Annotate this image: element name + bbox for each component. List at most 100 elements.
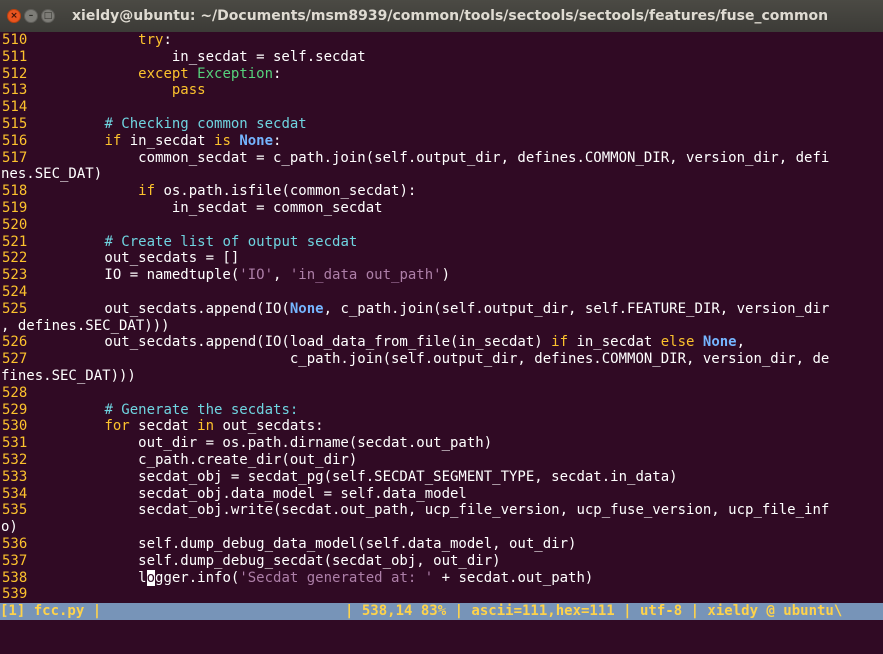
code-line: 528 — [0, 385, 883, 402]
line-number: 521 — [2, 233, 28, 250]
keyword-token: if — [138, 183, 156, 200]
line-number: 538 — [2, 569, 28, 586]
code-line: 515 # Checking common secdat — [0, 116, 883, 133]
code-line: 524 — [0, 284, 883, 301]
builtin-token: Exception — [197, 65, 274, 82]
code-line: 529 # Generate the secdats: — [0, 402, 883, 419]
code-token: self.dump_debug_secdat(secdat_obj, out_d… — [37, 552, 501, 569]
code-text: pass — [37, 82, 206, 99]
code-token: , defines.SEC_DAT))) — [1, 317, 170, 334]
code-line: 537 self.dump_debug_secdat(secdat_obj, o… — [0, 553, 883, 570]
line-number: 515 — [2, 115, 28, 132]
code-token: out_dir = os.path.dirname(secdat.out_pat… — [37, 435, 493, 452]
code-line: 520 — [0, 217, 883, 234]
keyword-token: except — [138, 65, 189, 82]
code-text: logger.info('Secdat generated at: ' + se… — [37, 569, 594, 587]
code-line: 512 except Exception: — [0, 66, 883, 83]
code-line: 535 secdat_obj.write(secdat.out_path, uc… — [0, 502, 883, 519]
window-title: xieldy@ubuntu: ~/Documents/msm8939/commo… — [72, 8, 829, 24]
line-number: 523 — [2, 267, 28, 284]
wrapped-code-line: fines.SEC_DAT))) — [0, 368, 883, 385]
line-number: 528 — [2, 384, 28, 401]
minimize-window-button[interactable]: – — [24, 9, 38, 23]
code-token: o) — [1, 519, 18, 536]
code-token: IO = namedtuple( — [37, 267, 240, 284]
code-token: in_secdat = self.secdat — [37, 48, 366, 65]
code-line: 532 c_path.create_dir(out_dir) — [0, 452, 883, 469]
code-text: out_dir = os.path.dirname(secdat.out_pat… — [37, 435, 492, 452]
code-token: gger.info( — [155, 569, 240, 586]
line-number: 530 — [2, 418, 28, 435]
code-text: in_secdat = common_secdat — [37, 200, 383, 217]
code-text: o) — [1, 519, 18, 536]
keyword-token: is — [214, 132, 231, 149]
code-line: 527 c_path.join(self.output_dir, defines… — [0, 351, 883, 368]
line-number: 535 — [2, 502, 28, 519]
keyword-token: pass — [171, 82, 206, 99]
comment-token: # Checking common secdat — [104, 115, 307, 132]
line-number: 527 — [2, 351, 28, 368]
code-token: os.path.isfile(common_secdat): — [155, 183, 417, 200]
window-titlebar[interactable]: × – □ xieldy@ubuntu: ~/Documents/msm8939… — [0, 0, 883, 32]
code-text: in_secdat = self.secdat — [37, 49, 366, 66]
terminal-editor-area[interactable]: 510 try: 511 in_secdat = self.secdat 512 e… — [0, 32, 883, 603]
code-line: 518 if os.path.isfile(common_secdat): — [0, 183, 883, 200]
keyword-token: else — [660, 334, 695, 351]
code-text: # Generate the secdats: — [37, 402, 298, 419]
wrapped-code-line: , defines.SEC_DAT))) — [0, 318, 883, 335]
code-line: 517 common_secdat = c_path.join(self.out… — [0, 150, 883, 167]
code-text: if os.path.isfile(common_secdat): — [37, 183, 416, 200]
string-token: 'Secdat generated at: ' — [239, 569, 434, 586]
code-line: 534 secdat_obj.data_model = self.data_mo… — [0, 486, 883, 503]
constant-token: None — [239, 132, 274, 149]
code-line: 536 self.dump_debug_data_model(self.data… — [0, 536, 883, 553]
line-number: 533 — [2, 468, 28, 485]
comment-token: # Generate the secdats: — [104, 401, 299, 418]
code-text: IO = namedtuple('IO', 'in_data out_path'… — [37, 267, 450, 284]
code-token: out_secdats = [] — [37, 250, 240, 267]
code-token: in_secdat — [121, 132, 215, 149]
code-token: self.dump_debug_data_model(self.data_mod… — [37, 535, 577, 552]
code-token: + secdat.out_path) — [433, 569, 594, 586]
code-token: secdat — [129, 418, 198, 435]
code-text: secdat_obj.data_model = self.data_model — [37, 486, 467, 503]
line-number: 536 — [2, 535, 28, 552]
line-number: 524 — [2, 283, 28, 300]
code-token: : — [163, 32, 172, 48]
code-text: nes.SEC_DAT) — [1, 166, 102, 183]
maximize-window-button[interactable]: □ — [41, 9, 55, 23]
code-line: 510 try: — [0, 32, 883, 49]
line-number: 532 — [2, 451, 28, 468]
code-text: if in_secdat is None: — [37, 133, 281, 150]
line-number: 526 — [2, 334, 28, 351]
close-window-button[interactable]: × — [7, 9, 21, 23]
line-number: 525 — [2, 300, 28, 317]
code-line: 533 secdat_obj = secdat_pg(self.SECDAT_S… — [0, 469, 883, 486]
line-number: 516 — [2, 132, 28, 149]
code-line: 514 — [0, 99, 883, 116]
code-text: except Exception: — [37, 66, 281, 83]
code-token: out_secdats.append(IO(load_data_from_fil… — [37, 334, 552, 351]
line-number: 531 — [2, 435, 28, 452]
keyword-token: if — [551, 334, 569, 351]
code-line: 522 out_secdats = [] — [0, 250, 883, 267]
code-line: 538 logger.info('Secdat generated at: ' … — [0, 569, 883, 587]
code-text: secdat_obj.write(secdat.out_path, ucp_fi… — [37, 502, 829, 519]
code-token: , c_path.join(self.output_dir, self.FEAT… — [323, 300, 830, 317]
keyword-token: in — [197, 418, 215, 435]
line-number: 511 — [2, 48, 28, 65]
code-token: fines.SEC_DAT))) — [1, 367, 136, 384]
code-line: 521 # Create list of output secdat — [0, 234, 883, 251]
code-token: secdat_obj.write(secdat.out_path, ucp_fi… — [37, 502, 830, 519]
statusline-buffer-info: [1] fcc.py | — [0, 603, 102, 619]
line-number: 512 — [2, 65, 28, 82]
vim-statusline: [1] fcc.py | | 538,14 83% | ascii=111,he… — [0, 603, 883, 620]
line-number: 529 — [2, 401, 28, 418]
